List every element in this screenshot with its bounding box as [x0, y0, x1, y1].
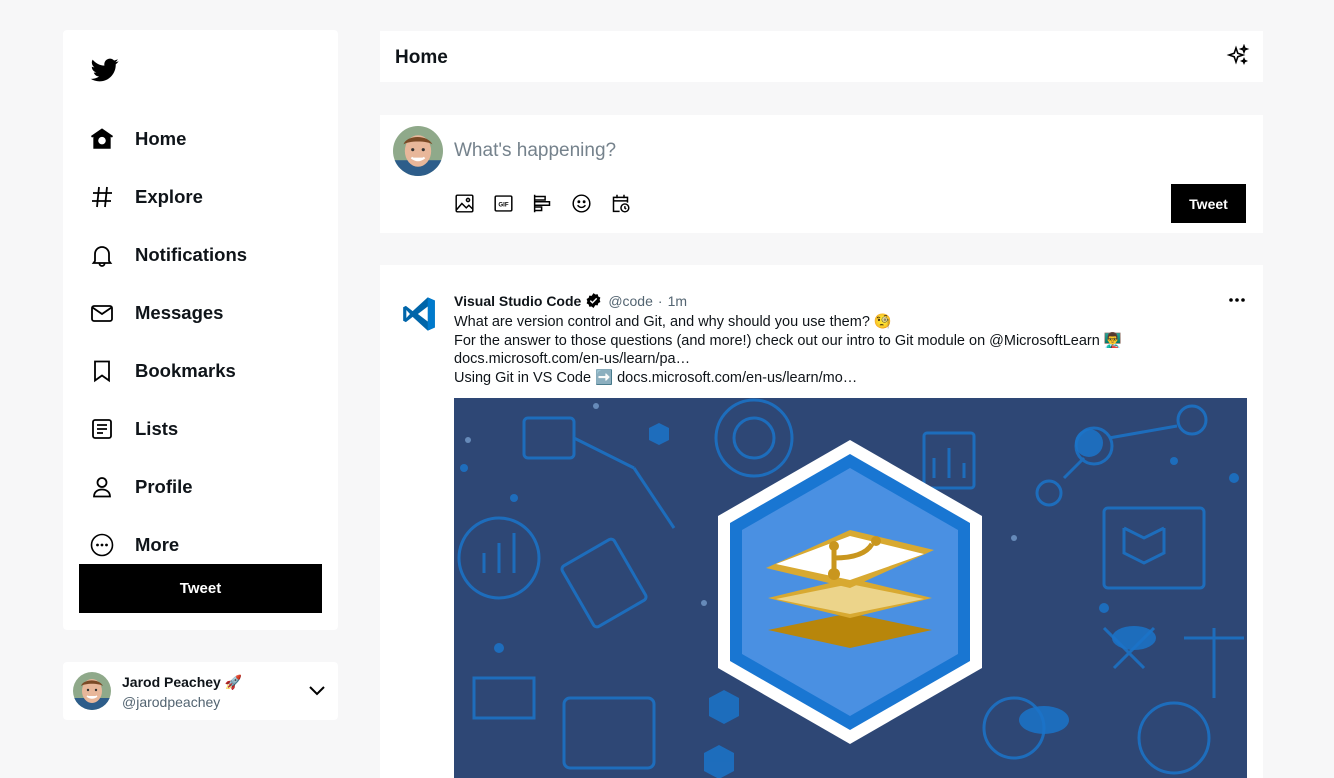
home-icon — [87, 124, 117, 154]
nav-item-lists[interactable]: Lists — [87, 400, 327, 458]
nav-label-home: Home — [135, 128, 187, 149]
nav-label-bookmarks: Bookmarks — [135, 360, 236, 381]
tweet-body: What are version control and Git, and wh… — [454, 313, 1244, 387]
verified-badge-icon — [586, 293, 601, 308]
nav-label-explore: Explore — [135, 186, 203, 207]
nav-item-notifications[interactable]: Notifications — [87, 226, 327, 284]
svg-text:GIF: GIF — [498, 201, 508, 208]
compose-input[interactable] — [454, 137, 1154, 165]
tweet-handle[interactable]: @code — [608, 293, 653, 309]
person-icon — [87, 472, 117, 502]
poll-icon[interactable] — [531, 192, 553, 214]
tweet-text-line: What are version control and Git, and wh… — [454, 314, 892, 330]
twitter-logo-icon[interactable] — [90, 56, 120, 84]
compose-tweet-button[interactable]: Tweet — [1171, 184, 1246, 223]
list-icon — [87, 414, 117, 444]
tweet-media-image[interactable] — [454, 398, 1247, 778]
envelope-icon — [87, 298, 117, 328]
sidebar-tweet-button[interactable]: Tweet — [79, 564, 322, 613]
page-title: Home — [395, 47, 448, 68]
sparkle-icon[interactable] — [1226, 44, 1250, 68]
nav-item-profile[interactable]: Profile — [87, 458, 327, 516]
tweet-text-line: Using Git in VS Code ➡️ docs.microsoft.c… — [454, 369, 858, 386]
more-horizontal-icon[interactable] — [1227, 295, 1247, 305]
nav-label-more: More — [135, 534, 180, 555]
sidebar: Home Explore Notifications Messages Book… — [63, 30, 338, 630]
hashtag-icon — [87, 182, 117, 212]
emoji-icon[interactable] — [570, 192, 592, 214]
image-icon[interactable] — [453, 192, 475, 214]
tweet-header: Visual Studio Code @code · 1m — [454, 292, 687, 309]
nav-item-explore[interactable]: Explore — [87, 168, 327, 226]
separator: · — [657, 292, 663, 309]
bell-icon — [87, 240, 117, 270]
avatar — [393, 126, 443, 176]
schedule-icon[interactable] — [609, 192, 631, 214]
tweet-text-line: For the answer to those questions (and m… — [454, 332, 1122, 349]
nav-label-lists: Lists — [135, 418, 179, 439]
bookmark-icon — [87, 356, 117, 386]
tweet-author-name[interactable]: Visual Studio Code — [454, 293, 581, 309]
primary-nav: Home Explore Notifications Messages Book… — [87, 110, 327, 574]
nav-item-home[interactable]: Home — [87, 110, 327, 168]
more-circle-icon — [87, 530, 117, 560]
nav-item-messages[interactable]: Messages — [87, 284, 327, 342]
nav-item-bookmarks[interactable]: Bookmarks — [87, 342, 327, 400]
account-switcher[interactable]: Jarod Peachey 🚀 @jarodpeachey — [63, 662, 338, 720]
vscode-logo-icon[interactable] — [400, 295, 438, 333]
account-handle: @jarodpeachey — [122, 694, 221, 710]
compose-box: GIF Tweet — [380, 115, 1263, 233]
tweet-link[interactable]: docs.microsoft.com/en-us/learn/pa… — [454, 350, 1244, 369]
tweet-time[interactable]: 1m — [668, 293, 687, 309]
gif-icon[interactable]: GIF — [492, 192, 514, 214]
avatar — [73, 672, 111, 710]
nav-label-profile: Profile — [135, 476, 193, 497]
tweet-card[interactable]: Visual Studio Code @code · 1m What are v… — [380, 265, 1263, 778]
nav-label-messages: Messages — [135, 302, 224, 323]
chevron-down-icon[interactable] — [307, 682, 327, 700]
timeline-header: Home — [380, 31, 1263, 82]
compose-toolbar: GIF — [453, 192, 648, 214]
account-name: Jarod Peachey 🚀 — [122, 674, 243, 690]
nav-label-notifications: Notifications — [135, 244, 248, 265]
